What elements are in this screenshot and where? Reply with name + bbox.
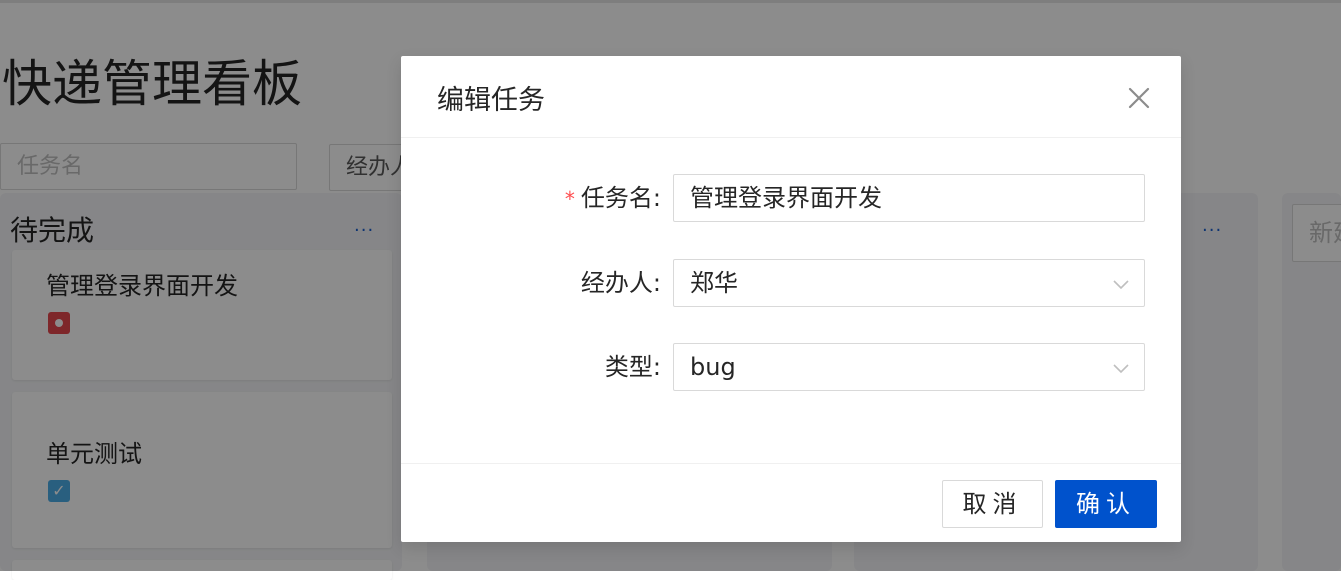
assignee-select[interactable]: 郑华 xyxy=(673,259,1145,307)
chevron-down-icon xyxy=(1113,364,1129,374)
form-row-type: 类型: bug xyxy=(401,343,1181,391)
type-label: 类型: xyxy=(604,353,661,381)
form-row-assignee: 经办人: 郑华 xyxy=(401,259,1181,307)
modal-footer: 取消 确认 xyxy=(401,463,1181,542)
task-name-input[interactable]: 管理登录界面开发 xyxy=(673,174,1145,222)
chevron-down-icon xyxy=(1113,280,1129,290)
form-row-task-name: * 任务名: 管理登录界面开发 xyxy=(401,174,1181,222)
edit-task-modal: 编辑任务 * 任务名: 管理登录界面开发 经办人: 郑华 类型: bug 取消 确… xyxy=(401,56,1181,542)
assignee-select-value: 郑华 xyxy=(690,269,738,297)
type-select[interactable]: bug xyxy=(673,343,1145,391)
required-mark: * xyxy=(564,187,575,211)
confirm-button[interactable]: 确认 xyxy=(1055,480,1157,528)
task-name-label: * 任务名: xyxy=(564,184,661,212)
type-select-value: bug xyxy=(690,353,736,381)
assignee-label: 经办人: xyxy=(580,269,661,297)
close-icon[interactable] xyxy=(1125,84,1153,112)
cancel-button[interactable]: 取消 xyxy=(942,480,1043,528)
modal-title: 编辑任务 xyxy=(437,85,545,116)
modal-header: 编辑任务 xyxy=(401,56,1181,138)
